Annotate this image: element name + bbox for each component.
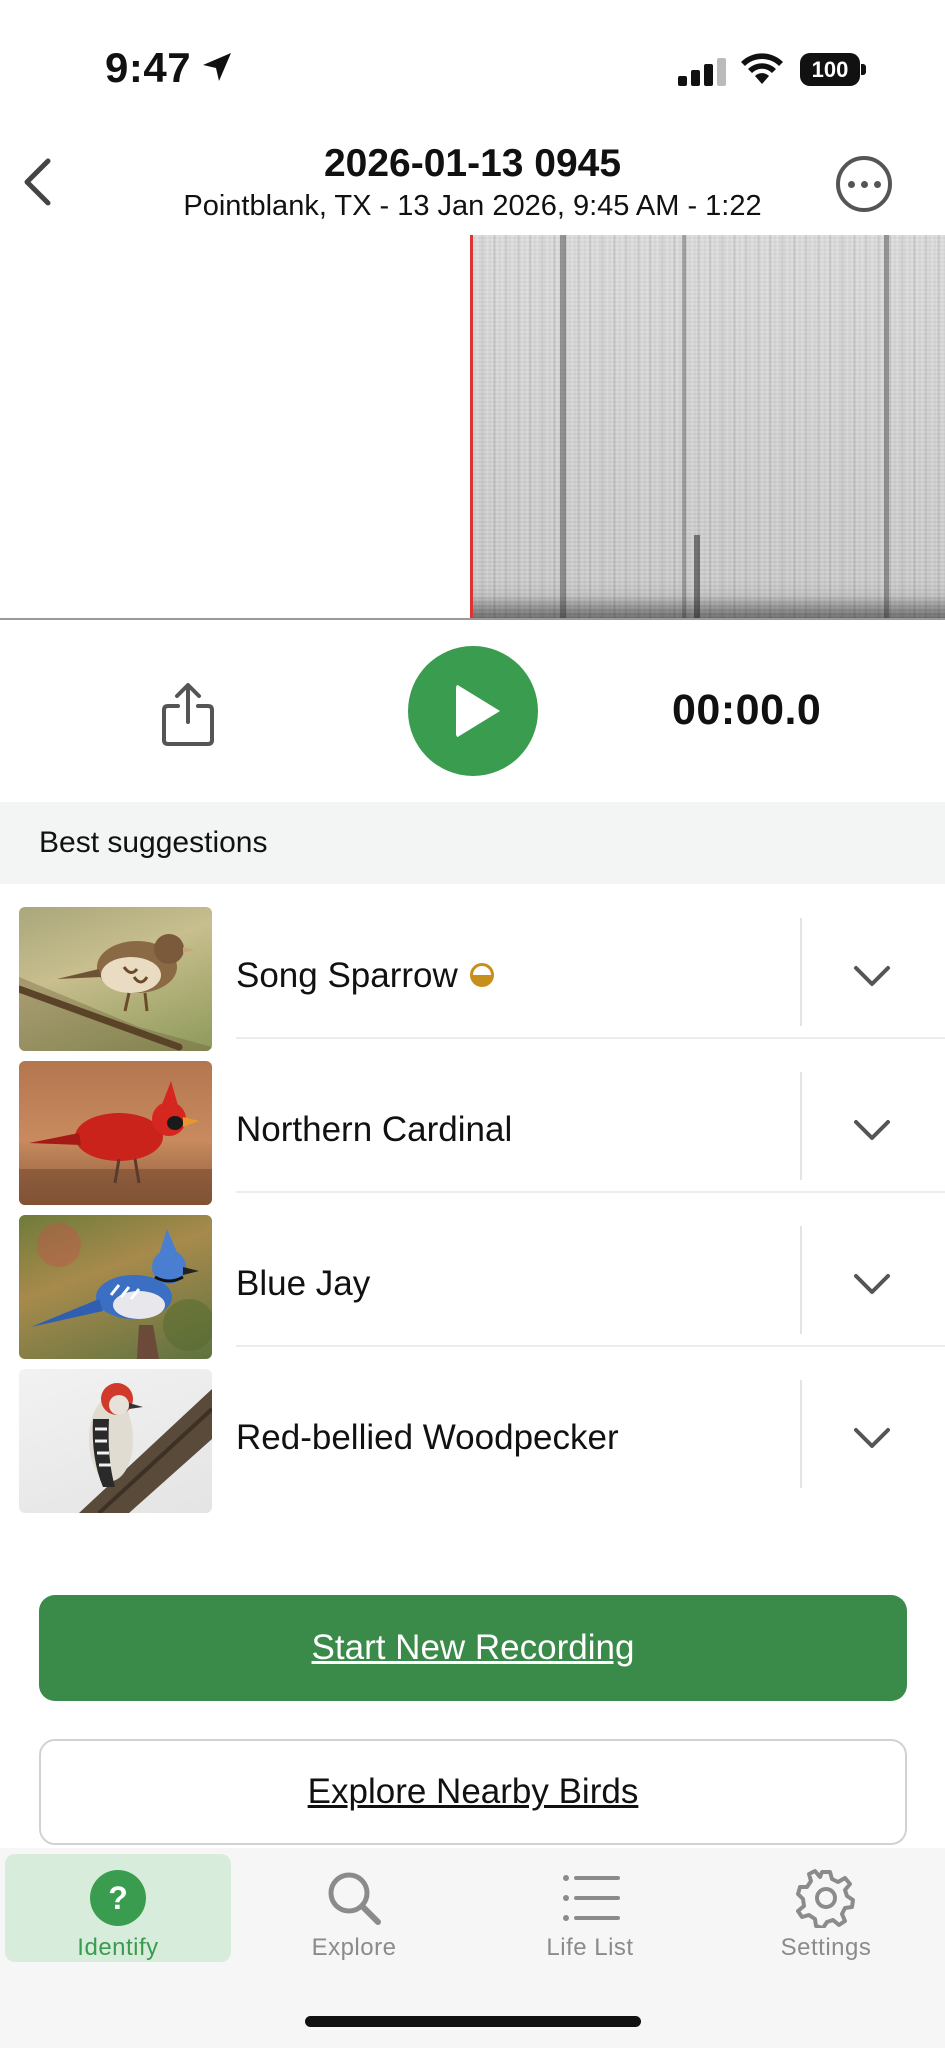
northern-cardinal-photo — [19, 1061, 212, 1205]
tab-label: Settings — [780, 1934, 872, 1961]
playhead[interactable] — [470, 235, 473, 618]
spectrogram-image — [472, 235, 945, 618]
species-name: Red-bellied Woodpecker — [236, 1418, 619, 1457]
cellular-signal-icon — [678, 58, 726, 86]
suggestions-label: Best suggestions — [39, 826, 268, 859]
location-arrow-icon — [203, 53, 231, 81]
list-item[interactable]: Song Sparrow — [0, 884, 945, 1051]
start-new-recording-button[interactable]: Start New Recording — [39, 1595, 907, 1701]
list-item[interactable]: Blue Jay — [0, 1192, 945, 1359]
recording-subtitle: Pointblank, TX - 13 Jan 2026, 9:45 AM - … — [183, 190, 762, 222]
chevron-down-icon[interactable] — [850, 954, 894, 998]
share-button[interactable] — [160, 682, 216, 748]
search-icon — [328, 1872, 381, 1925]
more-options-button[interactable] — [836, 156, 892, 212]
playback-timer: 00:00.0 — [672, 686, 822, 734]
play-button[interactable] — [408, 646, 538, 776]
playback-controls: 00:00.0 — [0, 620, 945, 802]
list-icon — [563, 1875, 620, 1921]
svg-text:?: ? — [108, 1880, 128, 1916]
song-sparrow-photo — [19, 907, 212, 1051]
suggestions-section-header: Best suggestions — [0, 802, 945, 884]
red-bellied-woodpecker-photo — [19, 1369, 212, 1513]
status-bar: 9:47 100 — [0, 0, 945, 130]
tab-life-list[interactable]: Life List — [477, 1854, 703, 1962]
tab-settings[interactable]: Settings — [713, 1854, 939, 1962]
battery-level: 100 — [800, 53, 860, 86]
chevron-down-icon[interactable] — [850, 1416, 894, 1460]
tab-explore[interactable]: Explore — [241, 1854, 467, 1962]
gear-icon — [796, 1869, 855, 1928]
species-name: Song Sparrow — [236, 956, 494, 996]
chevron-down-icon[interactable] — [850, 1262, 894, 1306]
blue-jay-photo — [19, 1215, 212, 1359]
share-icon — [162, 683, 214, 746]
question-circle-icon: ? — [90, 1870, 146, 1926]
tab-label: Explore — [311, 1934, 397, 1961]
status-time: 9:47 — [105, 44, 192, 91]
species-name: Northern Cardinal — [236, 1110, 513, 1149]
species-name: Blue Jay — [236, 1264, 371, 1303]
play-icon — [456, 684, 500, 738]
tab-label: Life List — [546, 1934, 634, 1961]
recording-title: 2026-01-13 0945 — [323, 142, 622, 185]
half-circle-badge-icon — [469, 962, 494, 987]
chevron-down-icon[interactable] — [850, 1108, 894, 1152]
tab-label: Identify — [77, 1934, 159, 1961]
ellipsis-icon — [847, 180, 855, 188]
spectrogram[interactable] — [0, 235, 945, 620]
list-item[interactable]: Red-bellied Woodpecker — [0, 1346, 945, 1513]
home-indicator — [305, 2016, 641, 2027]
list-item[interactable]: Northern Cardinal — [0, 1038, 945, 1205]
tab-identify[interactable]: ? Identify — [5, 1854, 231, 1962]
explore-nearby-birds-button[interactable]: Explore Nearby Birds — [39, 1739, 907, 1845]
wifi-icon — [741, 53, 783, 84]
recording-header: 2026-01-13 0945 Pointblank, TX - 13 Jan … — [0, 130, 945, 235]
battery-icon: 100 — [800, 53, 866, 86]
